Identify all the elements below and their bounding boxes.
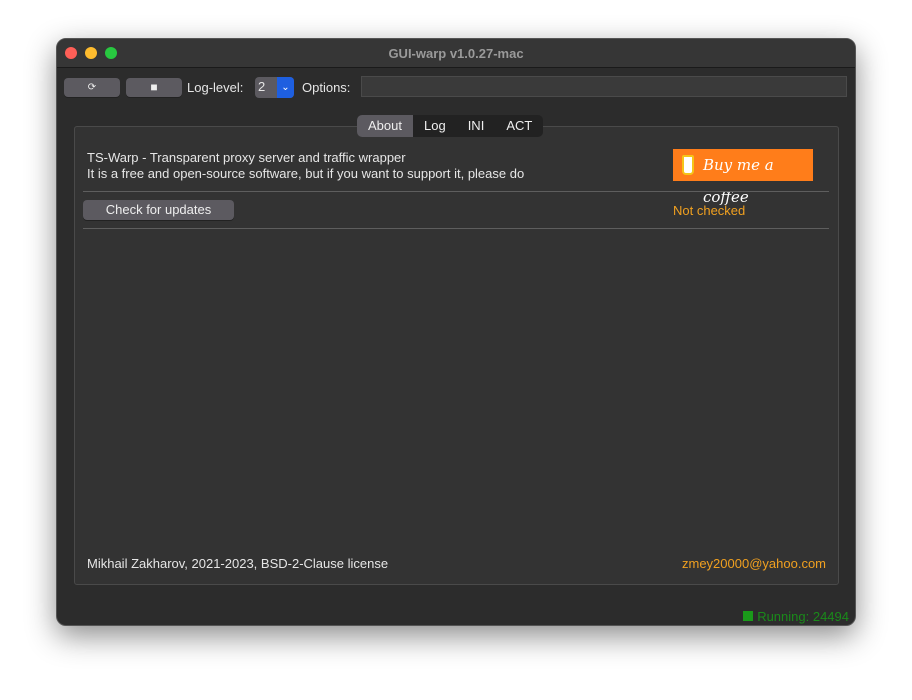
tab-ini[interactable]: INI (457, 115, 496, 137)
about-line-1: TS-Warp - Transparent proxy server and t… (87, 150, 406, 165)
chevron-down-icon: ⌄ (277, 77, 294, 98)
status-square-icon (743, 611, 754, 621)
coffee-label: Buy me a coffee (703, 156, 774, 206)
app-window: GUI-warp v1.0.27-mac ⟳ ■ Log-level: 2 ⌄ … (56, 38, 856, 626)
options-label: Options: (302, 80, 351, 95)
copyright-text: Mikhail Zakharov, 2021-2023, BSD-2-Claus… (87, 556, 389, 571)
reload-icon: ⟳ (87, 82, 97, 93)
divider (83, 228, 829, 229)
window-title: GUI-warp v1.0.27-mac (388, 46, 524, 61)
divider (83, 191, 829, 192)
tab-about[interactable]: About (357, 115, 413, 137)
tab-bar: About Log INI ACT (357, 115, 544, 137)
title-bar: GUI-warp v1.0.27-mac (57, 39, 855, 68)
coffee-cup-icon (682, 155, 694, 175)
update-status: Not checked (673, 203, 746, 218)
status-indicator: Running: 24494 (743, 609, 849, 624)
log-level-value: 2 (258, 79, 266, 94)
about-line-2: It is a free and open-source software, b… (87, 166, 525, 181)
stop-icon: ■ (150, 80, 158, 94)
log-level-select[interactable]: 2 ⌄ (255, 77, 294, 98)
log-level-label: Log-level: (187, 80, 244, 95)
status-text: Running: 24494 (757, 609, 849, 624)
check-updates-button[interactable]: Check for updates (83, 200, 234, 220)
email-link[interactable]: zmey20000@yahoo.com (682, 556, 826, 571)
buy-me-a-coffee-button[interactable]: Buy me a coffee (673, 149, 813, 206)
about-panel: TS-Warp - Transparent proxy server and t… (74, 126, 839, 585)
stop-button[interactable]: ■ (126, 78, 182, 97)
options-input[interactable] (361, 76, 847, 97)
tab-log[interactable]: Log (413, 115, 457, 137)
run-button[interactable]: ⟳ (64, 78, 120, 97)
tab-act[interactable]: ACT (495, 115, 543, 137)
